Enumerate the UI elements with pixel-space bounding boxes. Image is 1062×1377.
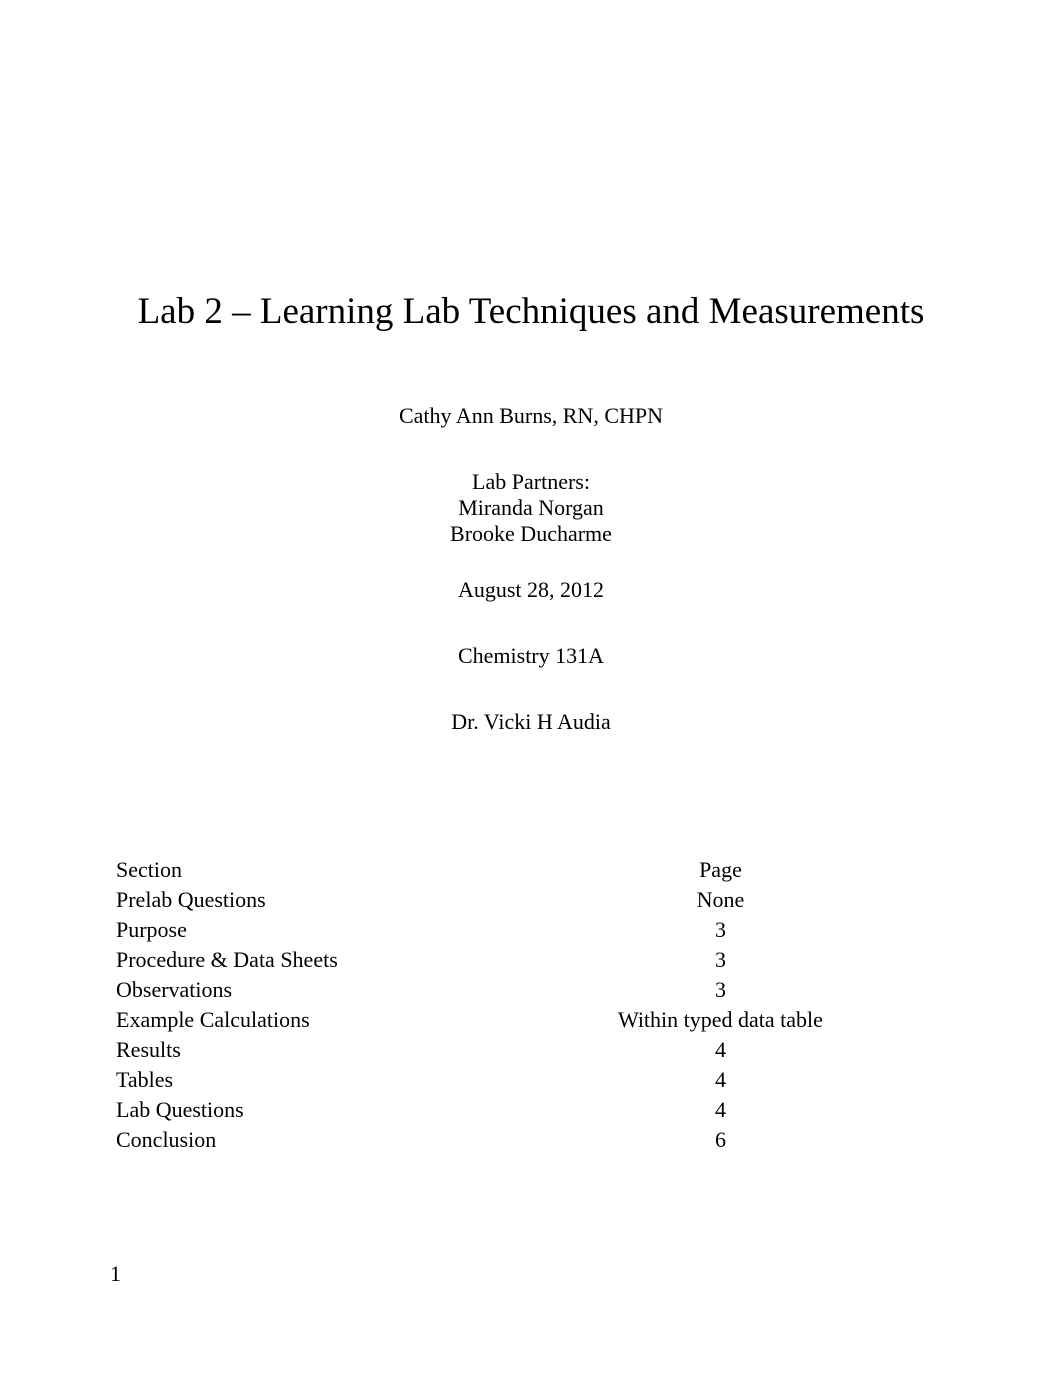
lab-partner-1: Miranda Norgan bbox=[110, 495, 952, 521]
toc-page: 3 bbox=[489, 915, 952, 945]
toc-page: 4 bbox=[489, 1095, 952, 1125]
lab-partners-label: Lab Partners: bbox=[110, 469, 952, 495]
toc-page: None bbox=[489, 885, 952, 915]
toc-header-section: Section bbox=[110, 855, 489, 885]
instructor-name: Dr. Vicki H Audia bbox=[110, 709, 952, 735]
toc-section: Results bbox=[110, 1035, 489, 1065]
toc-section: Conclusion bbox=[110, 1125, 489, 1155]
toc-page: Within typed data table bbox=[489, 1005, 952, 1035]
document-title: Lab 2 – Learning Lab Techniques and Meas… bbox=[110, 290, 952, 333]
toc-section: Procedure & Data Sheets bbox=[110, 945, 489, 975]
document-date: August 28, 2012 bbox=[110, 577, 952, 603]
toc-section: Prelab Questions bbox=[110, 885, 489, 915]
toc-page: 4 bbox=[489, 1065, 952, 1095]
lab-partner-2: Brooke Ducharme bbox=[110, 521, 952, 547]
toc-section: Lab Questions bbox=[110, 1095, 489, 1125]
toc-header-row: Section Page bbox=[110, 855, 952, 885]
toc-row: Results 4 bbox=[110, 1035, 952, 1065]
toc-section: Tables bbox=[110, 1065, 489, 1095]
toc-page: 3 bbox=[489, 945, 952, 975]
toc-row: Prelab Questions None bbox=[110, 885, 952, 915]
toc-header-page: Page bbox=[489, 855, 952, 885]
toc-row: Lab Questions 4 bbox=[110, 1095, 952, 1125]
toc-page: 4 bbox=[489, 1035, 952, 1065]
course-name: Chemistry 131A bbox=[110, 643, 952, 669]
toc-row: Purpose 3 bbox=[110, 915, 952, 945]
toc-row: Procedure & Data Sheets 3 bbox=[110, 945, 952, 975]
toc-section: Purpose bbox=[110, 915, 489, 945]
toc-row: Example Calculations Within typed data t… bbox=[110, 1005, 952, 1035]
page-number: 1 bbox=[110, 1261, 121, 1287]
author-name: Cathy Ann Burns, RN, CHPN bbox=[110, 403, 952, 429]
toc-page: 6 bbox=[489, 1125, 952, 1155]
toc-row: Tables 4 bbox=[110, 1065, 952, 1095]
toc-page: 3 bbox=[489, 975, 952, 1005]
toc-row: Conclusion 6 bbox=[110, 1125, 952, 1155]
toc-section: Example Calculations bbox=[110, 1005, 489, 1035]
table-of-contents: Section Page Prelab Questions None Purpo… bbox=[110, 855, 952, 1155]
toc-section: Observations bbox=[110, 975, 489, 1005]
toc-row: Observations 3 bbox=[110, 975, 952, 1005]
